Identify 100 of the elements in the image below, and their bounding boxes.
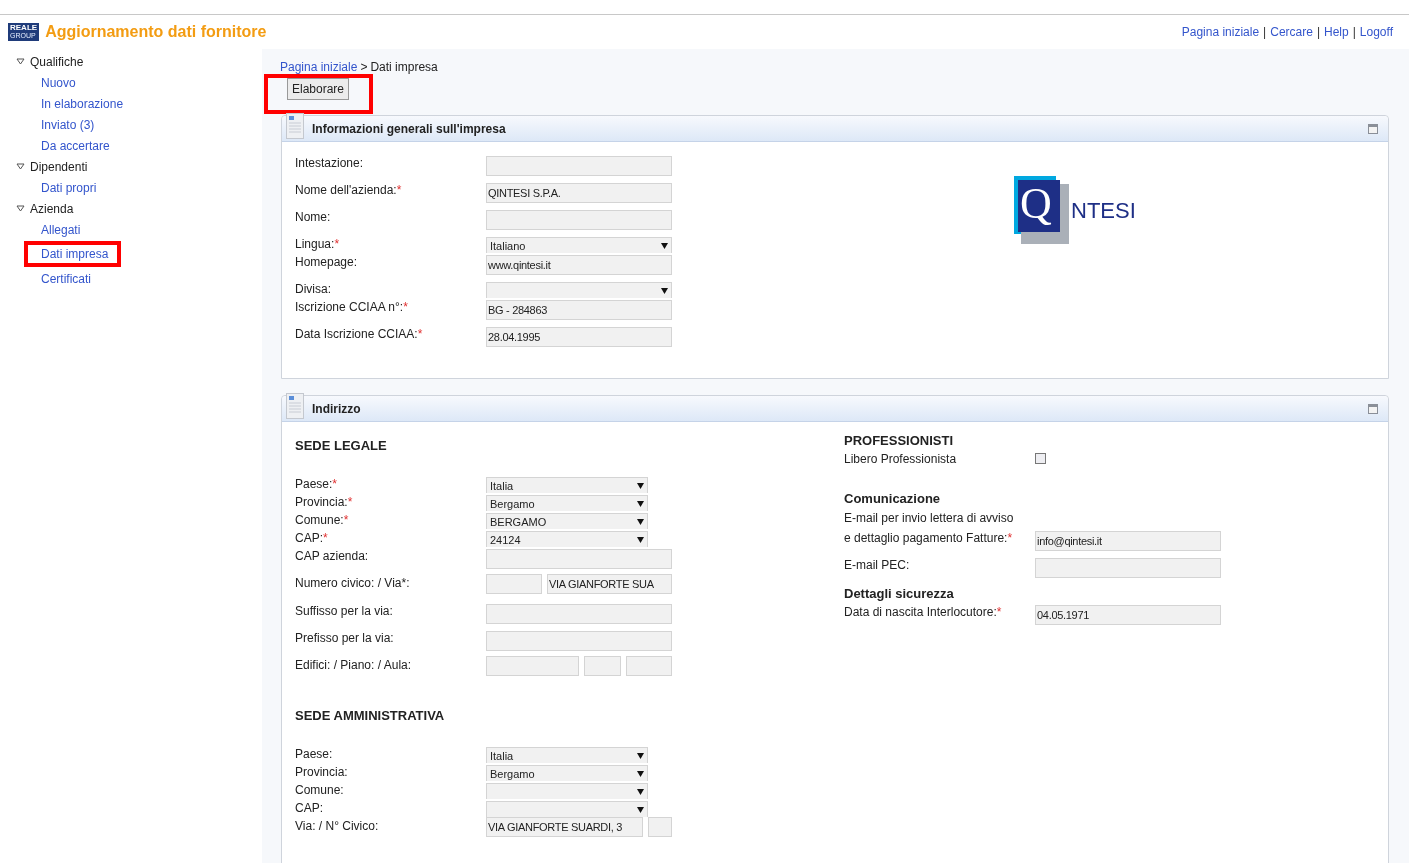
field-label: Nome dell'azienda:	[295, 183, 397, 197]
input-field[interactable]: 28.04.1995	[486, 327, 672, 347]
elaborare-button[interactable]: Elaborare	[287, 78, 350, 100]
tree-group[interactable]: Qualifiche	[30, 52, 84, 71]
caret-icon	[637, 482, 644, 489]
tree-group[interactable]: Azienda	[30, 199, 74, 218]
input-field[interactable]	[1035, 558, 1221, 578]
field-label: Suffisso per la via:	[295, 604, 393, 618]
tree-group[interactable]: Dipendenti	[30, 157, 88, 176]
dropdown[interactable]	[486, 282, 672, 298]
field-label: Comune:	[295, 783, 344, 797]
input-field[interactable]	[584, 656, 621, 676]
nav-link[interactable]: Pagina iniziale	[1181, 23, 1260, 41]
dropdown[interactable]: 24124	[486, 531, 648, 547]
field-label: Iscrizione CCIAA n°:	[295, 300, 404, 314]
required-mark: *	[334, 237, 340, 251]
section-heading: PROFESSIONISTI	[844, 432, 955, 450]
input-field[interactable]	[486, 656, 579, 676]
field-label: Via: / N° Civico:	[295, 819, 379, 833]
tree-item[interactable]: Allegati	[41, 220, 81, 239]
caret-icon	[637, 752, 644, 759]
field-label: Paese:	[295, 477, 333, 491]
field-label: Provincia:	[295, 495, 348, 509]
app-title: Aggiornamento dati fornitore	[45, 22, 267, 42]
field-label: Prefisso per la via:	[295, 631, 394, 645]
tree-item[interactable]: Dati propri	[41, 178, 97, 197]
input-field[interactable]	[626, 656, 672, 676]
required-mark: *	[1007, 531, 1013, 545]
breadcrumb-current: Dati impresa	[370, 59, 438, 76]
field-label: Provincia:	[295, 765, 348, 779]
input-field[interactable]: QINTESI S.P.A.	[486, 183, 672, 203]
nav-link[interactable]: Logoff	[1359, 23, 1393, 41]
field-label: CAP azienda:	[295, 549, 369, 563]
dropdown[interactable]: Bergamo	[486, 495, 648, 511]
input-field[interactable]	[648, 817, 672, 837]
nav-link[interactable]: Help	[1324, 23, 1349, 41]
tree-item[interactable]: Certificati	[41, 269, 91, 288]
caret-icon	[637, 518, 644, 525]
field-label: Numero civico: / Via*:	[295, 576, 410, 590]
tree-item[interactable]: Inviato (3)	[41, 115, 95, 134]
field-label: CAP:	[295, 531, 323, 545]
caret-icon	[637, 500, 644, 507]
field-label: Paese:	[295, 747, 333, 761]
input-field[interactable]	[486, 549, 672, 569]
checkbox[interactable]	[1035, 453, 1046, 464]
field-label: Comune:	[295, 513, 344, 527]
breadcrumb-link[interactable]: Pagina iniziale	[280, 58, 358, 76]
field-label: E-mail PEC:	[844, 558, 910, 572]
dropdown[interactable]	[486, 801, 648, 817]
separator: |	[1352, 24, 1356, 41]
field-label: CAP:	[295, 801, 323, 815]
input-field[interactable]	[486, 574, 542, 594]
input-field[interactable]: BG - 284863	[486, 300, 672, 320]
breadcrumb-separator: >	[360, 59, 368, 76]
dropdown[interactable]: Italia	[486, 477, 648, 493]
tree-item[interactable]: Nuovo	[41, 73, 76, 92]
field-label: Intestazione:	[295, 156, 364, 170]
field-label: Lingua:	[295, 237, 335, 251]
dropdown[interactable]: Italiano	[486, 237, 672, 253]
tree-item[interactable]: Da accertare	[41, 136, 110, 155]
panel-title: Indirizzo	[312, 400, 361, 418]
input-field[interactable]: info@qintesi.it	[1035, 531, 1221, 551]
dropdown[interactable]	[486, 783, 648, 799]
input-field[interactable]: VIA GIANFORTE SUA	[547, 574, 672, 594]
separator: |	[1263, 24, 1267, 41]
field-label: e dettaglio pagamento Fatture:	[844, 531, 1008, 545]
required-mark: *	[347, 495, 353, 509]
nav-link[interactable]: Cercare	[1270, 23, 1313, 41]
input-field[interactable]	[486, 631, 672, 651]
field-label: Nome:	[295, 210, 331, 224]
input-field[interactable]: 04.05.1971	[1035, 605, 1221, 625]
input-field[interactable]	[486, 604, 672, 624]
required-mark: *	[996, 605, 1002, 619]
caret-icon	[637, 536, 644, 543]
tree-item[interactable]: Dati impresa	[41, 244, 109, 263]
field-label: Edifici: / Piano: / Aula:	[295, 658, 412, 672]
dropdown[interactable]: Italia	[486, 747, 648, 763]
input-field[interactable]: VIA GIANFORTE SUARDI, 3	[486, 817, 643, 837]
field-label: Libero Professionista	[844, 452, 957, 466]
input-field[interactable]: www.qintesi.it	[486, 255, 672, 275]
separator: |	[1316, 24, 1321, 41]
section-heading: SEDE AMMINISTRATIVA	[295, 707, 446, 725]
company-logo: Q NTESI	[1014, 176, 1142, 246]
minimize-icon	[1368, 123, 1378, 134]
caret-icon	[661, 287, 668, 294]
caret-icon	[661, 242, 668, 249]
caret-icon	[637, 770, 644, 777]
tree-item[interactable]: In elaborazione	[41, 94, 124, 113]
field-label: Homepage:	[295, 255, 358, 269]
dropdown[interactable]: BERGAMO	[486, 513, 648, 529]
input-field[interactable]	[486, 156, 672, 176]
input-field[interactable]	[486, 210, 672, 230]
section-heading: Comunicazione	[844, 490, 942, 508]
dropdown[interactable]: Bergamo	[486, 765, 648, 781]
section-heading: Dettagli sicurezza	[844, 585, 955, 603]
field-label: E-mail per invio lettera di avviso	[844, 510, 1015, 527]
required-mark: *	[343, 513, 349, 527]
field-label: Data Iscrizione CCIAA:	[295, 327, 418, 341]
panel-title: Informazioni generali sull'impresa	[312, 120, 506, 138]
required-mark: *	[332, 477, 338, 491]
